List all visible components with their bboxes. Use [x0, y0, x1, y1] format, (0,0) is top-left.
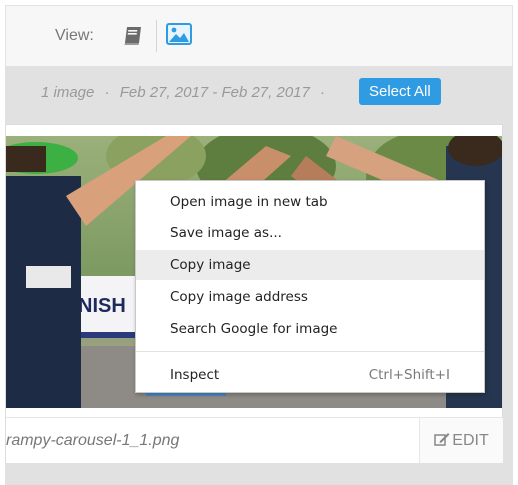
- menu-item-search-google-for-image[interactable]: Search Google for image: [136, 314, 484, 344]
- separator-dot: ·: [104, 84, 110, 101]
- view-toolbar: View:: [5, 5, 513, 66]
- menu-item-save-image-as[interactable]: Save image as...: [136, 218, 484, 248]
- gallery-summary: 1 image · Feb 27, 2017 - Feb 27, 2017 ·: [41, 84, 331, 101]
- menu-item-label: Open image in new tab: [170, 194, 328, 210]
- edit-icon: [434, 433, 450, 446]
- menu-item-copy-image-address[interactable]: Copy image address: [136, 282, 484, 312]
- menu-item-label: Inspect: [170, 367, 220, 383]
- menu-separator: [136, 351, 484, 352]
- menu-item-inspect[interactable]: Inspect Ctrl+Shift+I: [136, 360, 484, 390]
- menu-item-label: Copy image: [170, 257, 251, 273]
- context-menu: Open image in new tab Save image as... C…: [135, 180, 485, 393]
- separator-dot: ·: [320, 84, 326, 101]
- menu-item-label: Save image as...: [170, 225, 282, 241]
- edit-label: EDIT: [452, 432, 489, 449]
- banner-text: NISH: [78, 295, 126, 317]
- menu-item-copy-image[interactable]: Copy image: [136, 250, 484, 280]
- image-icon[interactable]: [166, 23, 192, 45]
- menu-item-shortcut: Ctrl+Shift+I: [368, 367, 450, 383]
- view-divider: [156, 20, 157, 52]
- card-footer: rampy-carousel-1_1.png EDIT: [6, 417, 503, 463]
- book-icon[interactable]: [122, 25, 144, 47]
- image-count: 1 image: [41, 84, 95, 101]
- select-all-button[interactable]: Select All: [359, 78, 441, 105]
- file-name: rampy-carousel-1_1.png: [6, 432, 180, 449]
- edit-button[interactable]: EDIT: [419, 418, 503, 463]
- date-range: Feb 27, 2017 - Feb 27, 2017: [119, 84, 310, 101]
- view-label: View:: [55, 27, 94, 44]
- menu-item-label: Search Google for image: [170, 321, 338, 337]
- menu-item-label: Copy image address: [170, 289, 308, 305]
- menu-item-open-new-tab[interactable]: Open image in new tab: [136, 187, 484, 217]
